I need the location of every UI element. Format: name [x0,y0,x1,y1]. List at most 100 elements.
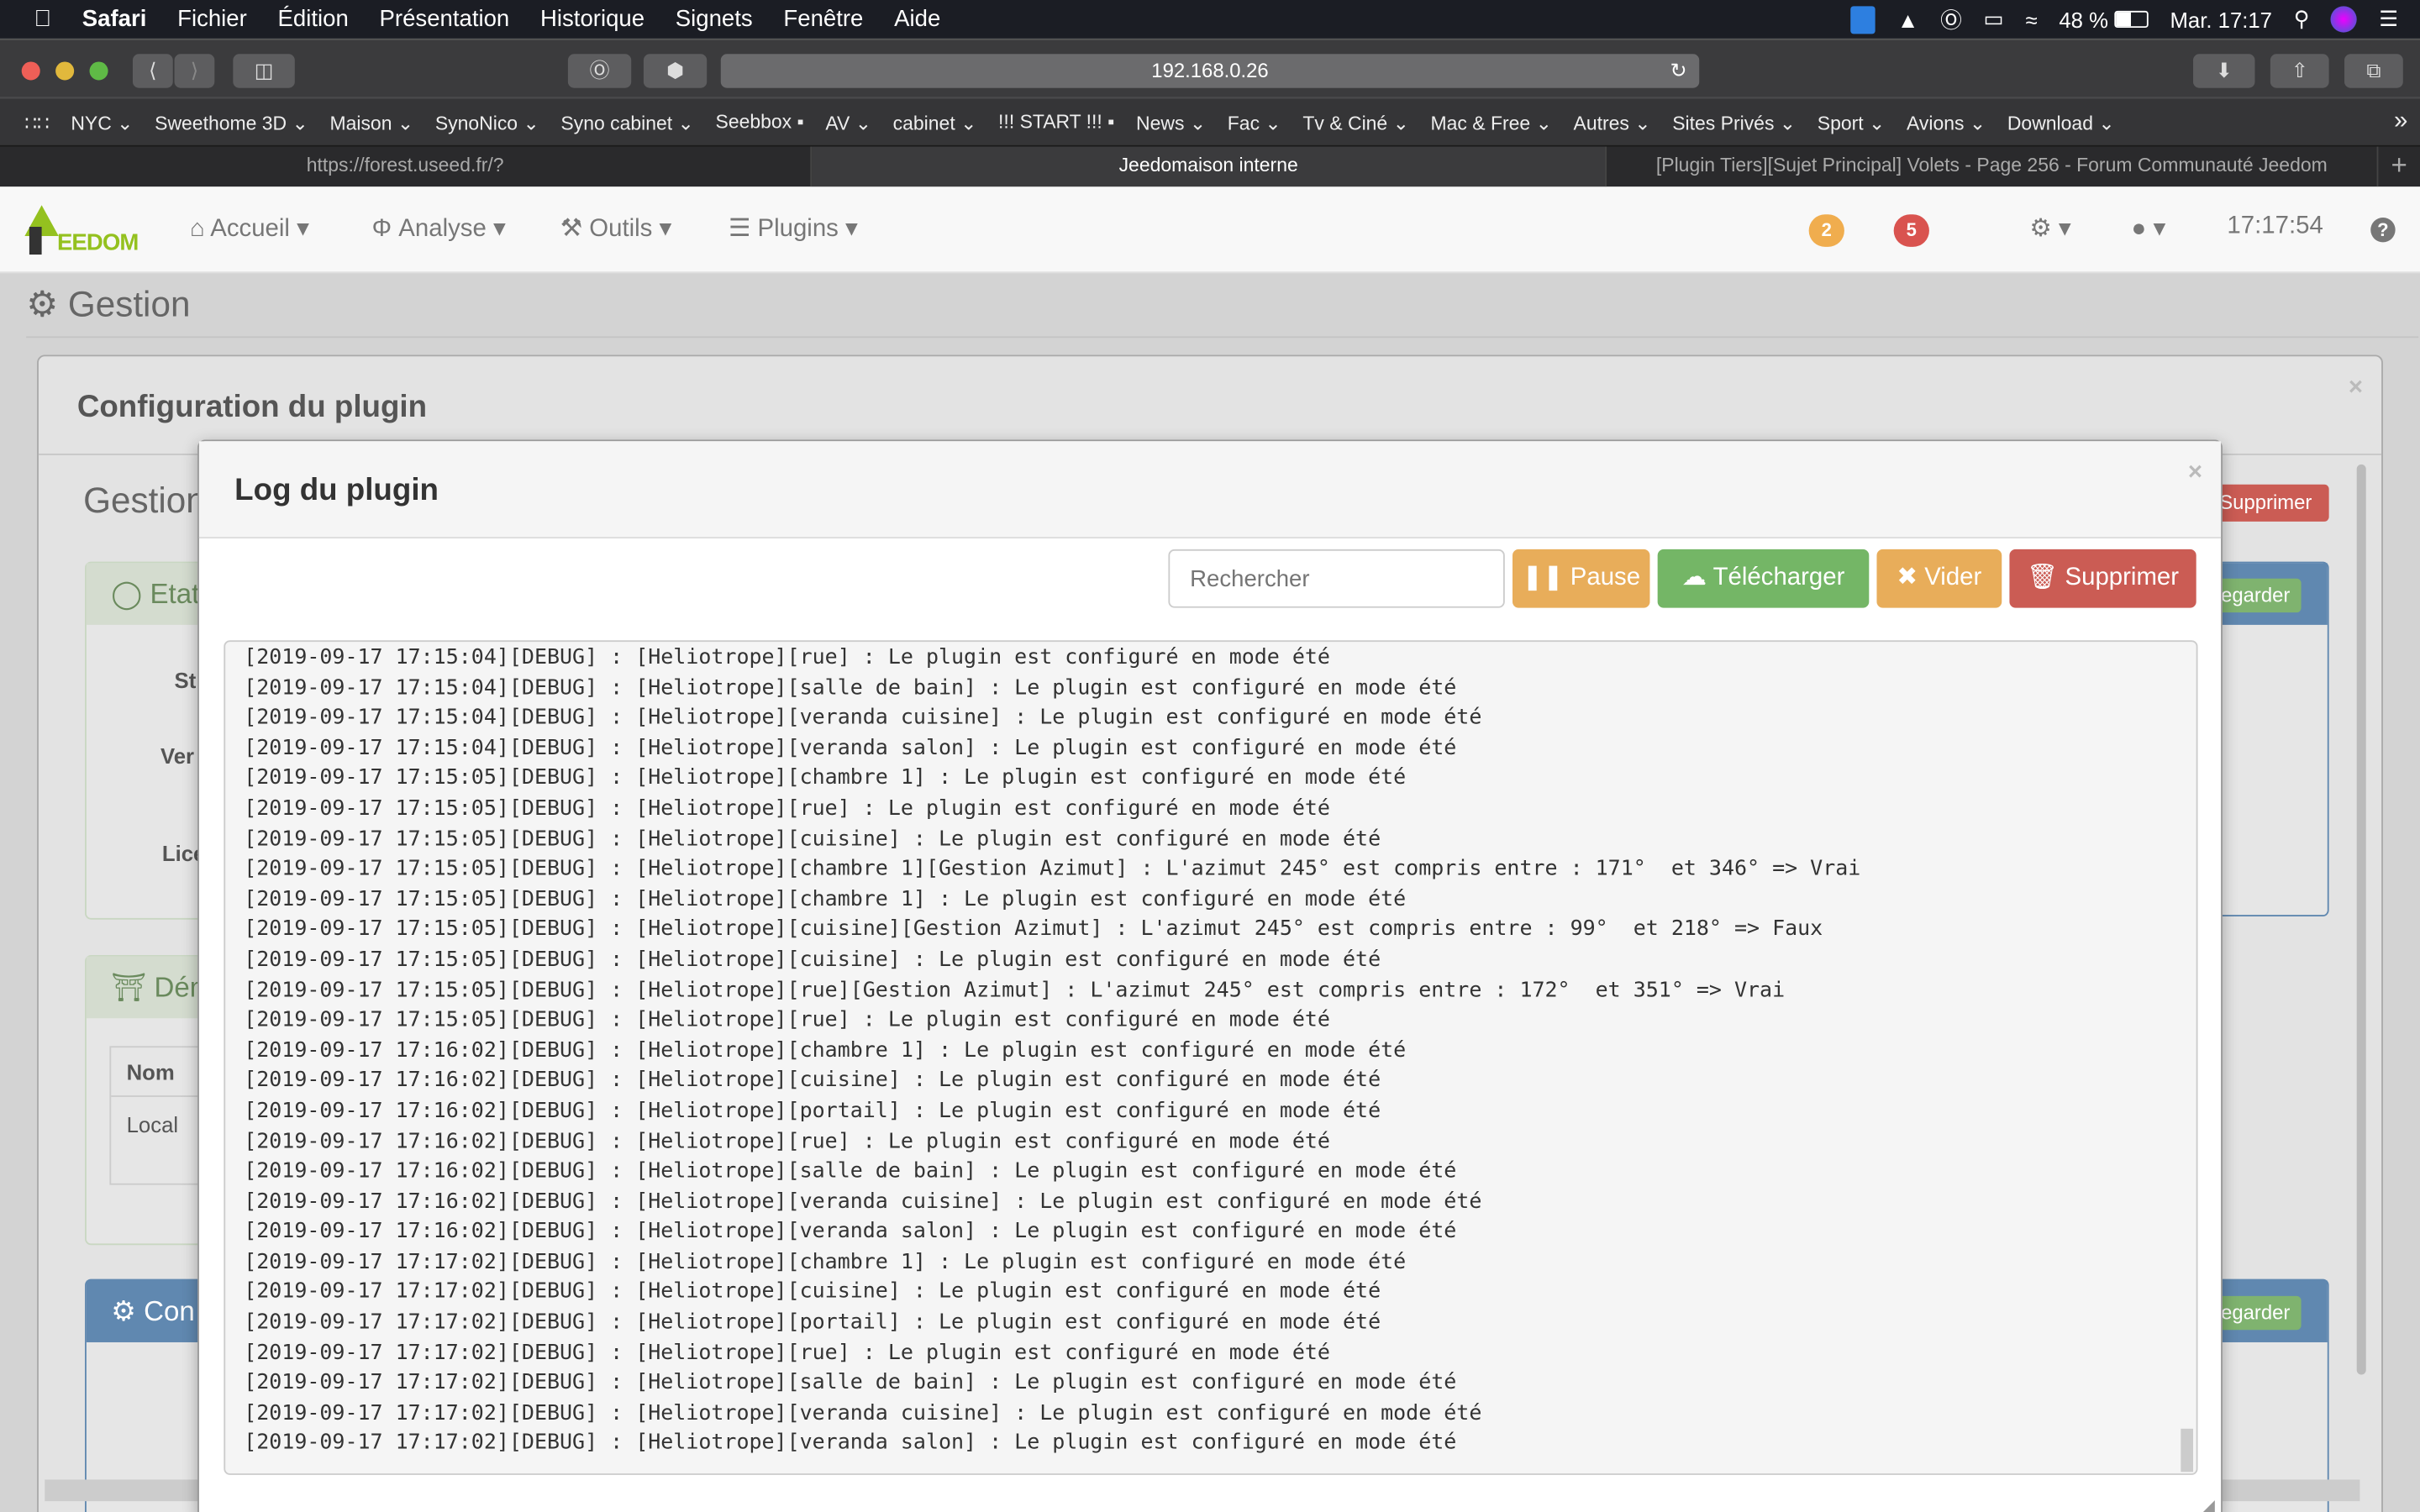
settings-menu-icon[interactable]: ⚙ ▾ [2029,213,2070,244]
battery-icon [2114,10,2149,29]
delete-log-button[interactable]: 🗑 Supprimer [2009,549,2196,608]
log-search-input[interactable] [1168,549,1505,608]
rocket-icon[interactable]: ▲ [1897,7,1918,31]
onepassword-extension-icon[interactable]: Ⓞ [567,54,632,88]
bookmark-item[interactable]: Maison ⌄ [329,110,413,134]
divider [26,336,2419,339]
bookmark-item[interactable]: AV ⌄ [825,110,871,134]
menu-fichier[interactable]: Fichier [177,6,247,32]
zoom-window-button[interactable] [89,61,108,81]
bookmark-item[interactable]: Sweethome 3D ⌄ [155,110,308,134]
bookmark-item[interactable]: NYC ⌄ [71,110,133,134]
bookmark-item[interactable]: Tv & Ciné ⌄ [1302,110,1408,134]
bookmark-item[interactable]: Autres ⌄ [1574,110,1651,134]
forward-button[interactable]: ⟩ [174,54,215,88]
url-text: 192.168.0.26 [1151,58,1269,82]
menu-fenetre[interactable]: Fenêtre [783,6,863,32]
log-line: [2019-09-17 17:15:04][DEBUG] : [Heliotro… [244,705,1482,731]
menu-presentation[interactable]: Présentation [380,6,510,32]
notification-center-icon[interactable]: ☰ [2379,6,2398,32]
sidebar-toggle-icon[interactable]: ◫ [233,54,295,88]
bookmark-item[interactable]: Syno cabinet ⌄ [560,110,693,134]
new-tab-button[interactable]: + [2378,146,2420,186]
reload-icon[interactable]: ↻ [1670,54,1687,87]
adblock-icon[interactable]: ⬢ [643,54,708,88]
more-bookmarks-icon[interactable]: » [2394,108,2407,136]
download-button[interactable]: ☁ Télécharger [1657,549,1870,608]
label-statut: St [174,668,197,693]
close-config-modal-icon[interactable]: × [2349,375,2363,402]
log-content[interactable]: [2019-09-17 17:15:04][DEBUG] : [Heliotro… [224,640,2198,1475]
pause-icon: ❚❚ [1522,564,1564,591]
apple-icon[interactable]:  [34,6,51,32]
log-line: [2019-09-17 17:15:05][DEBUG] : [Heliotro… [244,795,1330,822]
airplay-icon[interactable]: ▭ [1984,6,2004,32]
bookmark-item[interactable]: Avions ⌄ [1907,110,1986,134]
bookmark-item[interactable]: Fac ⌄ [1228,110,1281,134]
gestion-subtitle: Gestion [83,480,206,520]
log-line: [2019-09-17 17:17:02][DEBUG] : [Heliotro… [244,1400,1482,1425]
gear-icon: ⚙ [26,283,59,324]
jeedom-logo[interactable]: EEDOM [24,205,148,257]
bookmark-item[interactable]: Sport ⌄ [1818,110,1886,134]
log-line: [2019-09-17 17:16:02][DEBUG] : [Heliotro… [244,1219,1457,1244]
bookmark-item[interactable]: Seebbox ▪ [716,110,804,134]
tab-forest[interactable]: https://forest.useed.fr/? [0,146,813,187]
pause-button[interactable]: ❚❚ Pause [1512,549,1650,608]
bookmark-item[interactable]: Download ⌄ [2007,110,2115,134]
teamviewer-icon[interactable] [1850,5,1876,34]
alert-badge[interactable]: 5 [1893,214,1929,247]
nav-accueil[interactable]: ⌂ Accueil ▾ [190,213,309,244]
close-window-button[interactable] [21,61,40,81]
clock[interactable]: Mar. 17:17 [2170,7,2272,31]
menu-safari[interactable]: Safari [82,6,147,32]
tab-jeedomaison[interactable]: Jeedomaison interne [812,146,1607,187]
wifi-icon[interactable]: ≈ [2026,7,2038,31]
bookmark-item[interactable]: News ⌄ [1136,110,1206,134]
menu-edition[interactable]: Édition [278,6,349,32]
nav-outils[interactable]: ⚒ Outils ▾ [560,213,672,244]
resize-handle-icon[interactable]: ◢ [2203,1498,2215,1512]
log-line: [2019-09-17 17:15:04][DEBUG] : [Heliotro… [244,675,1457,701]
minimize-window-button[interactable] [55,61,75,81]
log-line: [2019-09-17 17:16:02][DEBUG] : [Heliotro… [244,1098,1381,1123]
bookmark-item[interactable]: SynoNico ⌄ [435,110,539,134]
bookmark-item[interactable]: !!! START !!! ▪ [998,110,1114,134]
warning-badge[interactable]: 2 [1808,214,1844,247]
bookmark-item[interactable]: Sites Privés ⌄ [1672,110,1796,134]
log-scrollbar-thumb[interactable] [2181,1428,2194,1473]
bookmark-item[interactable]: cabinet ⌄ [893,110,977,134]
log-modal-header: Log du plugin × [198,441,2222,539]
log-modal: Log du plugin × ❚❚ Pause ☁ Télécharger ✖… [197,439,2223,1512]
safari-toolbar: ⟨ ⟩ ◫ Ⓞ ⬢ 192.168.0.26 ↻ ⬇ ⇧ ⧉ [0,38,2420,97]
clear-button[interactable]: ✖ Vider [1876,549,2002,608]
log-line: [2019-09-17 17:17:02][DEBUG] : [Heliotro… [244,1279,1381,1305]
close-log-modal-icon[interactable]: × [2188,459,2202,487]
spotlight-icon[interactable]: ⚲ [2294,6,2310,32]
apps-grid-icon[interactable]: ∷∷ [24,110,49,134]
user-menu-icon[interactable]: ● ▾ [2132,213,2166,244]
menu-aide[interactable]: Aide [894,6,940,32]
menu-historique[interactable]: Historique [540,6,644,32]
share-icon[interactable]: ⇧ [2270,54,2329,88]
trash-icon: 🗑 [2027,564,2059,591]
scrollbar[interactable] [2356,464,2366,1375]
screen:  Safari Fichier Édition Présentation Hi… [0,0,2420,1512]
bookmark-item[interactable]: Mac & Free ⌄ [1431,110,1552,134]
tabs-overview-icon[interactable]: ⧉ [2344,54,2403,88]
log-line: [2019-09-17 17:17:02][DEBUG] : [Heliotro… [244,1310,1381,1335]
tab-forum[interactable]: [Plugin Tiers][Sujet Principal] Volets -… [1607,146,2379,187]
downloads-icon[interactable]: ⬇ [2193,54,2255,88]
onepassword-icon[interactable]: Ⓞ [1940,4,1962,35]
nav-analyse[interactable]: Φ Analyse ▾ [372,213,506,244]
log-line: [2019-09-17 17:15:05][DEBUG] : [Heliotro… [244,916,1823,942]
siri-icon[interactable] [2331,6,2358,33]
nav-plugins[interactable]: ☰ Plugins ▾ [729,213,858,244]
log-modal-title: Log du plugin [234,473,439,508]
battery-percent[interactable]: 48 % [2059,7,2108,31]
back-button[interactable]: ⟨ [132,54,173,88]
help-icon[interactable]: ? [2370,217,2396,243]
address-bar[interactable]: 192.168.0.26 ↻ [720,54,1700,88]
menu-signets[interactable]: Signets [676,6,753,32]
log-line: [2019-09-17 17:15:05][DEBUG] : [Heliotro… [244,947,1381,973]
